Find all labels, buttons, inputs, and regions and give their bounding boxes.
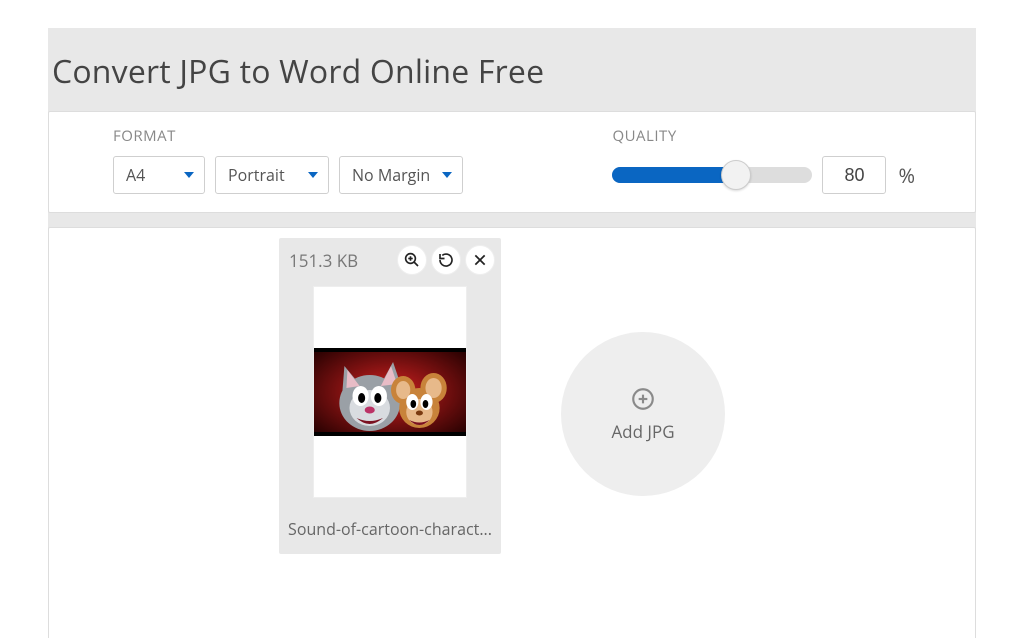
file-name: Sound-of-cartoon-charact... [279, 510, 501, 554]
close-icon[interactable] [465, 245, 495, 275]
file-card-header: 151.3 KB [279, 238, 501, 282]
file-thumbnail [313, 286, 467, 498]
add-jpg-button[interactable]: Add JPG [561, 332, 725, 496]
quality-slider[interactable] [612, 156, 812, 194]
quality-label: QUALITY [612, 126, 915, 146]
rotate-icon[interactable] [431, 245, 461, 275]
margin-value: No Margin [352, 164, 430, 186]
page-size-value: A4 [126, 164, 145, 186]
slider-thumb[interactable] [721, 160, 751, 190]
files-panel: 151.3 KB [48, 227, 976, 638]
slider-fill [612, 167, 736, 183]
page-title: Convert JPG to Word Online Free [48, 28, 976, 111]
scroll-viewport[interactable]: Convert JPG to Word Online Free FORMAT A… [0, 0, 1024, 638]
page-size-select[interactable]: A4 [113, 156, 205, 194]
format-column: FORMAT A4 Portrait No Margin [49, 126, 463, 194]
quality-column: QUALITY % [612, 126, 975, 194]
chevron-down-icon [308, 172, 318, 178]
add-jpg-label: Add JPG [611, 420, 674, 443]
format-label: FORMAT [113, 126, 463, 146]
file-size: 151.3 KB [289, 249, 393, 272]
orientation-value: Portrait [228, 164, 285, 186]
options-panel: FORMAT A4 Portrait No Margin [48, 111, 976, 213]
file-card[interactable]: 151.3 KB [279, 238, 501, 554]
chevron-down-icon [184, 172, 194, 178]
zoom-in-icon[interactable] [397, 245, 427, 275]
orientation-select[interactable]: Portrait [215, 156, 329, 194]
percent-symbol: % [896, 162, 915, 189]
margin-select[interactable]: No Margin [339, 156, 463, 194]
tool-container: Convert JPG to Word Online Free FORMAT A… [48, 28, 976, 638]
chevron-down-icon [442, 172, 452, 178]
plus-circle-icon [630, 386, 656, 412]
cartoon-image-icon [314, 348, 466, 436]
page: Convert JPG to Word Online Free FORMAT A… [0, 28, 1024, 638]
quality-input[interactable] [822, 156, 886, 194]
